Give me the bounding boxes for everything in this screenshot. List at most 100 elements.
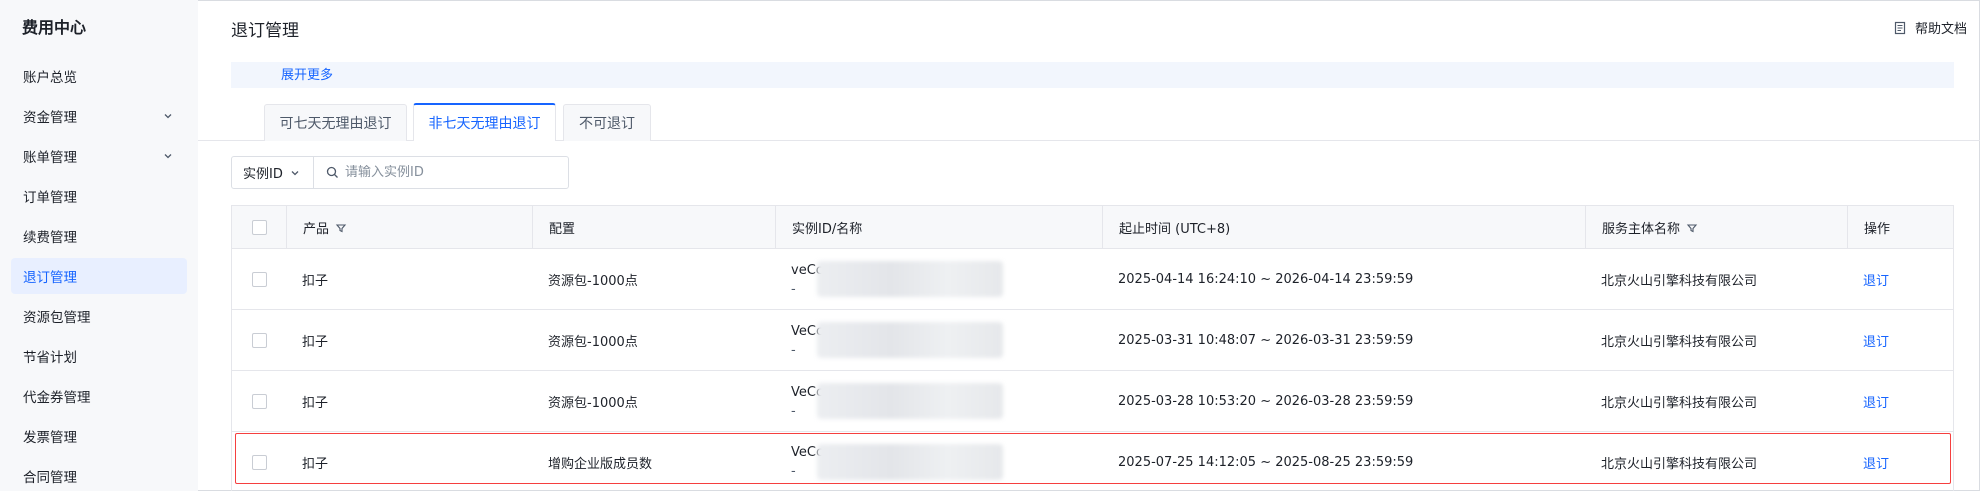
cell-action: 退订 [1847,310,1954,371]
cell-instance: VeCc - [775,310,1102,371]
cell-instance: VeCc - [775,371,1102,432]
header-config-label: 配置 [549,222,576,237]
cell-config: 增购企业版成员数 [548,456,653,472]
select-all-checkbox[interactable] [251,220,267,235]
row-checkbox[interactable] [251,394,267,409]
sidebar-title: 费用中心 [22,18,87,37]
sidebar-item-resource-packs[interactable]: 资源包管理 [11,298,187,334]
header-period: 起止时间 (UTC+8) [1102,206,1585,249]
sidebar-item-unsubscribe[interactable]: 退订管理 [11,258,187,294]
search-field-select-label: 实例ID [243,167,283,182]
help-docs-label: 帮助文档 [1915,22,1968,37]
sidebar-item-label: 资金管理 [23,110,77,126]
cell-product: 扣子 [302,335,329,350]
notice-banner: 展开更多 [231,62,1954,88]
header-entity-label: 服务主体名称 [1602,222,1681,237]
sidebar-item-invoices[interactable]: 发票管理 [11,418,187,454]
sidebar-item-savings-plan[interactable]: 节省计划 [11,338,187,374]
header-select-all[interactable] [232,206,286,249]
redacted-blur [817,322,1003,358]
sidebar-item-label: 账户总览 [23,70,77,86]
cell-action: 退订 [1847,249,1954,310]
search-input-wrap [314,157,568,188]
filter-icon[interactable] [1686,222,1698,234]
sidebar-item-account-overview[interactable]: 账户总览 [11,58,187,94]
search-input[interactable] [345,165,565,180]
sidebar-item-bills[interactable]: 账单管理 [11,138,187,174]
chevron-down-icon [164,114,172,119]
instance-search-bar: 实例ID [231,156,569,189]
tab-seven-day-refundable[interactable]: 可七天无理由退订 [264,104,407,141]
header-instance-label: 实例ID/名称 [792,222,863,237]
table-header: 产品 配置 实例ID/名称 起止时间 (UTC+8) 服务主体名称 操作 [232,206,1953,249]
table-row: 扣子 增购企业版成员数 VeCc - 2025-07-25 14:12:05 ~… [232,432,1953,491]
tab-non-refundable[interactable]: 不可退订 [563,104,651,141]
table-row: 扣子 资源包-1000点 VeCc - 2025-03-28 10:53:20 … [232,371,1953,432]
cell-product: 扣子 [302,456,329,472]
sidebar-item-label: 退订管理 [23,270,77,286]
sidebar-item-funds[interactable]: 资金管理 [11,98,187,134]
header-period-label: 起止时间 (UTC+8) [1119,222,1231,237]
chevron-down-icon [291,170,299,175]
cell-period: 2025-03-31 10:48:07 ~ 2026-03-31 23:59:5… [1118,333,1414,348]
search-icon [326,166,338,178]
sidebar-item-label: 订单管理 [23,190,77,206]
unsubscribe-button[interactable]: 退订 [1863,453,1889,472]
header-product-label: 产品 [303,222,330,237]
unsubscribe-button[interactable]: 退订 [1863,270,1889,289]
cell-entity: 北京火山引擎科技有限公司 [1601,456,1758,472]
sidebar-item-label: 节省计划 [23,350,77,366]
cell-action: 退订 [1847,371,1954,432]
sidebar-item-label: 续费管理 [23,230,77,246]
cell-period: 2025-03-28 10:53:20 ~ 2026-03-28 23:59:5… [1118,394,1414,409]
header-config: 配置 [532,206,775,249]
sidebar-item-label: 账单管理 [23,150,77,166]
cell-action: 退订 [1847,432,1954,491]
header-action-label: 操作 [1864,222,1891,237]
search-field-select[interactable]: 实例ID [232,157,314,188]
expand-more-link[interactable]: 展开更多 [281,64,333,83]
instance-name: - [791,464,796,479]
header-action: 操作 [1847,206,1954,249]
help-docs-link[interactable]: 帮助文档 [1893,18,1967,37]
sidebar-item-label: 代金券管理 [23,390,91,406]
instance-name: - [791,281,796,297]
header-instance: 实例ID/名称 [775,206,1102,249]
cell-entity: 北京火山引擎科技有限公司 [1601,396,1758,411]
cell-period: 2025-07-25 14:12:05 ~ 2025-08-25 23:59:5… [1118,454,1414,470]
row-checkbox[interactable] [251,333,267,348]
sidebar-item-orders[interactable]: 订单管理 [11,178,187,214]
page-title: 退订管理 [231,21,299,41]
instance-name: - [791,342,796,358]
row-checkbox[interactable] [251,272,267,287]
sidebar-item-label: 资源包管理 [23,310,91,326]
sidebar-item-renewal[interactable]: 续费管理 [11,218,187,254]
filter-icon[interactable] [335,222,347,234]
cell-entity: 北京火山引擎科技有限公司 [1601,274,1758,289]
sidebar-item-contracts[interactable]: 合同管理 [11,458,187,491]
row-checkbox[interactable] [251,454,267,470]
row-checkbox-cell [232,310,286,371]
redacted-blur [817,383,1003,419]
sidebar-item-label: 合同管理 [23,470,77,486]
cell-entity: 北京火山引擎科技有限公司 [1601,335,1758,350]
cell-config: 资源包-1000点 [548,396,638,411]
cell-product: 扣子 [302,396,329,411]
cell-period: 2025-04-14 16:24:10 ~ 2026-04-14 23:59:5… [1118,272,1414,287]
redacted-blur [817,261,1003,297]
table-row: 扣子 资源包-1000点 VeCc - 2025-03-31 10:48:07 … [232,310,1953,371]
cell-product: 扣子 [302,274,329,289]
chevron-down-icon [164,154,172,159]
row-checkbox-cell [232,249,286,310]
unsubscribe-button[interactable]: 退订 [1863,331,1889,350]
unsubscribe-button[interactable]: 退订 [1863,392,1889,411]
cell-instance: veCc - [775,249,1102,310]
cell-config: 资源包-1000点 [548,274,638,289]
sidebar-item-label: 发票管理 [23,430,77,446]
instance-name: - [791,403,796,419]
sidebar-item-vouchers[interactable]: 代金券管理 [11,378,187,414]
document-icon [1894,21,1906,34]
tab-non-seven-day-refundable[interactable]: 非七天无理由退订 [413,103,556,141]
header-entity: 服务主体名称 [1585,206,1847,249]
row-checkbox-cell [232,432,286,491]
